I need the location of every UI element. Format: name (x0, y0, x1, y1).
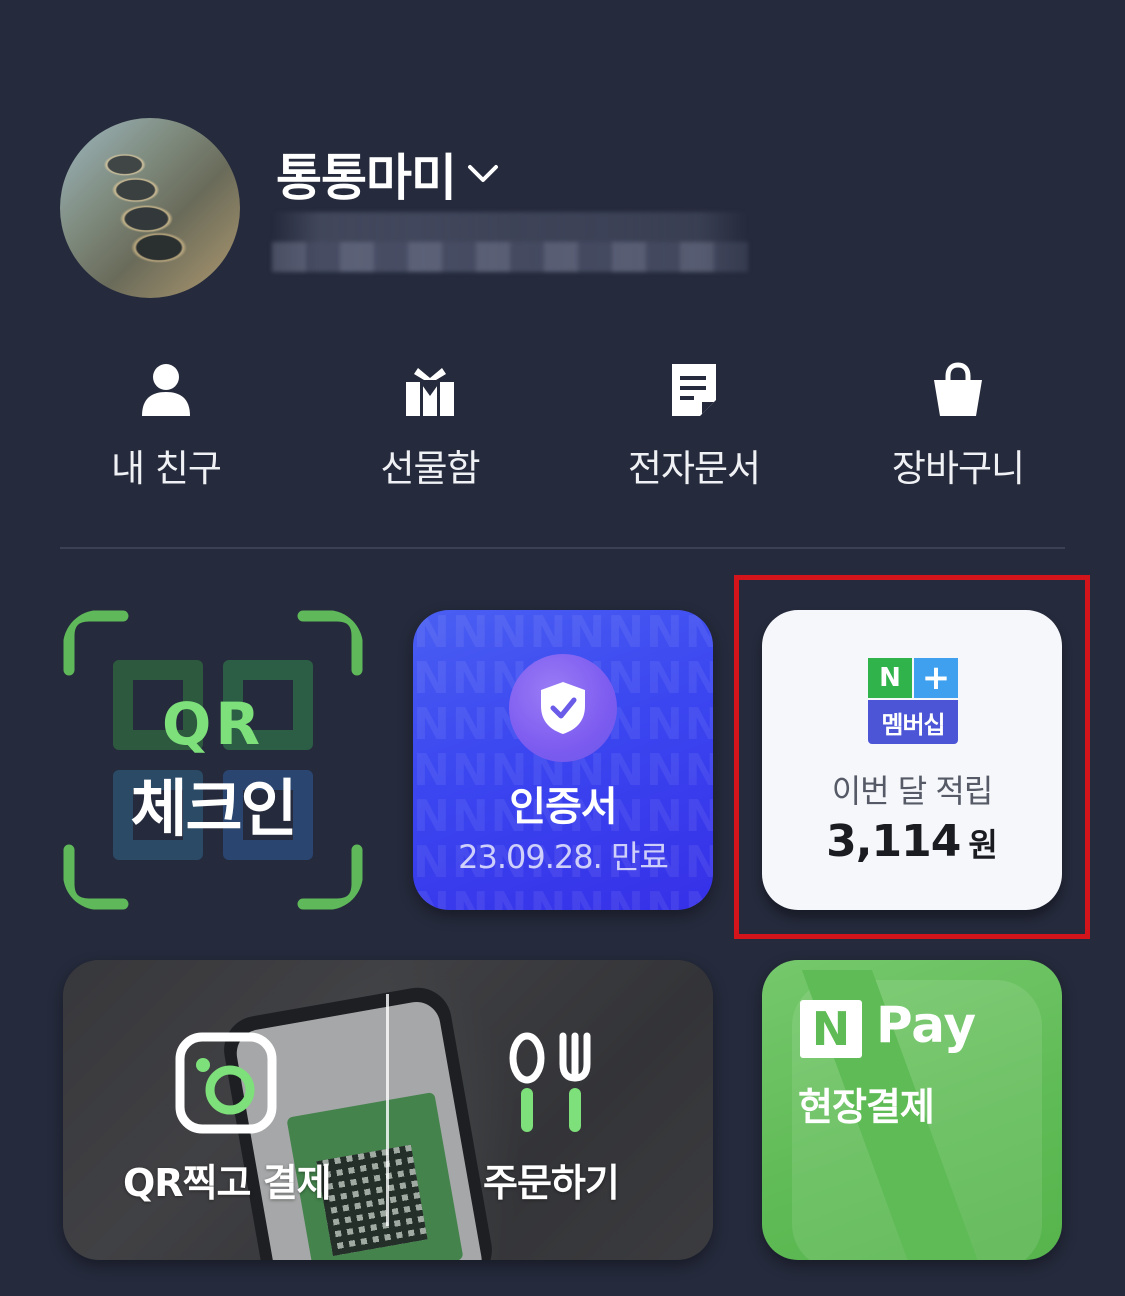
npay-brand: Pay (876, 996, 977, 1054)
quick-menu-documents[interactable]: 전자문서 (574, 362, 814, 502)
npay-subtitle: 현장결제 (798, 1085, 935, 1129)
qr-pay-order-tile[interactable]: QR찍고 결제 주문하기 (63, 960, 713, 1260)
quick-menu-label: 전자문서 (627, 447, 761, 490)
quick-menu-giftbox[interactable]: 선물함 (310, 362, 550, 502)
person-icon (142, 364, 190, 416)
quick-menu-label: 선물함 (380, 447, 480, 490)
certificate-expiry: 23.09.28. 만료 (458, 838, 669, 876)
certificate-tile[interactable]: NNNNNNNN N NNNNNNN NN NNNNNN NNN NNNNN NNNN … (413, 610, 713, 910)
blurred-account-id (272, 212, 748, 272)
document-icon (672, 364, 716, 416)
profile-avatar[interactable] (60, 118, 240, 298)
qr-checkin-line1: QR (162, 690, 264, 758)
quick-menu-friends[interactable]: 내 친구 (46, 362, 286, 502)
qr-checkin-tile[interactable]: QR 체크인 (63, 610, 363, 910)
qr-checkin-line2: 체크인 (130, 772, 297, 845)
npay-logo-letter: N (811, 1002, 851, 1056)
shield-check-icon (509, 654, 617, 762)
fork-spoon-icon (509, 1032, 591, 1132)
order-label: 주문하기 (483, 1161, 620, 1205)
quick-menu-cart[interactable]: 장바구니 (838, 362, 1078, 502)
qr-pay-label: QR찍고 결제 (123, 1161, 332, 1205)
section-divider (60, 547, 1065, 549)
camera-icon (175, 1032, 277, 1134)
certificate-title: 인증서 (509, 784, 617, 830)
npay-onsite-tile[interactable]: N Pay 현장결제 (762, 960, 1062, 1260)
quick-menu-label: 장바구니 (891, 447, 1025, 490)
quick-menu-label: 내 친구 (111, 447, 222, 490)
shopping-bag-icon (934, 362, 982, 416)
pay-divider (386, 994, 389, 1226)
profile-name-row[interactable]: 통통마미 (276, 142, 500, 207)
chevron-down-icon[interactable] (466, 157, 500, 191)
highlight-annotation-box (734, 575, 1090, 939)
order-button[interactable]: 주문하기 (423, 1020, 683, 1240)
qr-pay-button[interactable]: QR찍고 결제 (103, 1020, 343, 1240)
npay-logo: N (800, 1000, 862, 1058)
gift-icon (406, 368, 454, 416)
profile-name: 통통마미 (276, 149, 457, 207)
